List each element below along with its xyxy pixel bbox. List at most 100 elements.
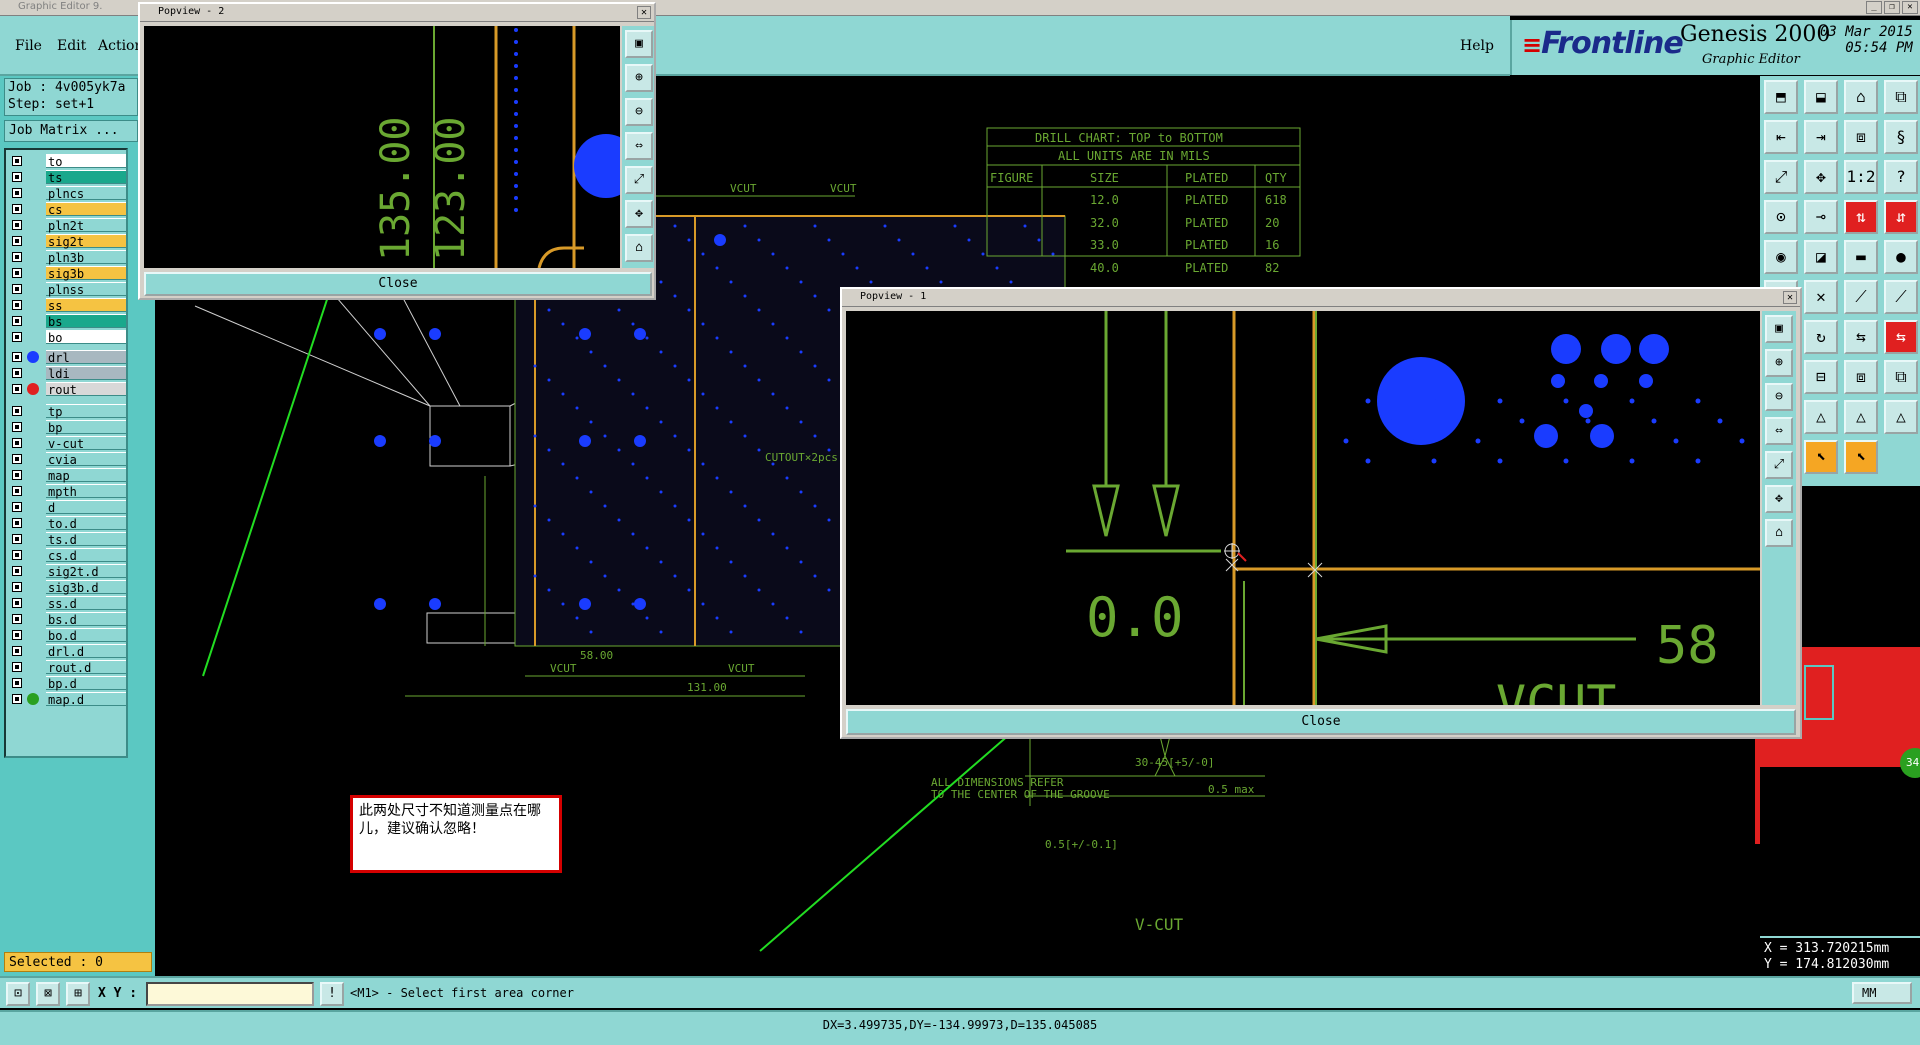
layer-checkbox[interactable] bbox=[12, 352, 22, 362]
layer-name[interactable]: ts bbox=[46, 170, 126, 185]
toolbar-tool-icon[interactable]: ◉ bbox=[1764, 240, 1798, 274]
layer-row-to.d[interactable]: to.d bbox=[10, 516, 126, 531]
toolbar-tool-icon[interactable]: § bbox=[1884, 120, 1918, 154]
layer-name[interactable]: tp bbox=[46, 404, 126, 419]
layer-name[interactable]: mpth bbox=[46, 484, 126, 499]
layer-name[interactable]: drl.d bbox=[46, 644, 126, 659]
layer-row-drl.d[interactable]: drl.d bbox=[10, 644, 126, 659]
measure-icon[interactable]: ⊠ bbox=[36, 982, 60, 1006]
popview-2-close-icon[interactable]: ✕ bbox=[637, 6, 651, 19]
layer-checkbox[interactable] bbox=[12, 316, 22, 326]
layer-name[interactable]: sig2t.d bbox=[46, 564, 126, 579]
popview-home-icon[interactable]: ⌂ bbox=[625, 234, 653, 262]
layer-row-cs[interactable]: cs bbox=[10, 202, 126, 217]
popview-2-window[interactable]: Popview - 2 ✕ 135.00 123.00 ▣ ⊕ ⊖ ⇔ ⤢ ✥ … bbox=[138, 2, 656, 300]
layer-row-sig3b.d[interactable]: sig3b.d bbox=[10, 580, 126, 595]
toolbar-tool-icon[interactable]: ⇆ bbox=[1884, 320, 1918, 354]
toolbar-tool-icon[interactable]: ⊟ bbox=[1804, 360, 1838, 394]
layer-checkbox[interactable] bbox=[12, 518, 22, 528]
layer-checkbox[interactable] bbox=[12, 486, 22, 496]
minimize-button[interactable]: _ bbox=[1866, 1, 1882, 14]
layer-row-bo[interactable]: bo bbox=[10, 330, 126, 345]
layer-name[interactable]: to bbox=[46, 154, 126, 169]
layer-name[interactable]: plnss bbox=[46, 282, 126, 297]
popview-pan-icon[interactable]: ⇔ bbox=[1765, 417, 1793, 445]
toolbar-tool-icon[interactable]: ⧈ bbox=[1844, 120, 1878, 154]
layer-name[interactable]: drl bbox=[46, 350, 126, 365]
layer-name[interactable]: cvia bbox=[46, 452, 126, 467]
layer-checkbox[interactable] bbox=[12, 550, 22, 560]
layer-name[interactable]: d bbox=[46, 500, 126, 515]
layer-checkbox[interactable] bbox=[12, 662, 22, 672]
layer-name[interactable]: ss.d bbox=[46, 596, 126, 611]
layer-row-plnss[interactable]: plnss bbox=[10, 282, 126, 297]
layer-checkbox[interactable] bbox=[12, 598, 22, 608]
layer-name[interactable]: pln3b bbox=[46, 250, 126, 265]
close-window-button[interactable]: ✕ bbox=[1902, 1, 1918, 14]
layer-checkbox[interactable] bbox=[12, 172, 22, 182]
popview-1-close-button[interactable]: Close bbox=[846, 709, 1796, 735]
layer-name[interactable]: sig3b bbox=[46, 266, 126, 281]
layer-checkbox[interactable] bbox=[12, 534, 22, 544]
layer-name[interactable]: v-cut bbox=[46, 436, 126, 451]
toolbar-tool-icon[interactable]: ⇵ bbox=[1884, 200, 1918, 234]
job-matrix-button[interactable]: Job Matrix ... bbox=[4, 120, 138, 142]
toolbar-tool-icon[interactable]: ⟋ bbox=[1844, 280, 1878, 314]
layer-name[interactable]: map.d bbox=[46, 692, 126, 707]
toolbar-tool-icon[interactable]: ⇥ bbox=[1804, 120, 1838, 154]
layer-checkbox[interactable] bbox=[12, 368, 22, 378]
layer-row-rout.d[interactable]: rout.d bbox=[10, 660, 126, 675]
layer-checkbox[interactable] bbox=[12, 422, 22, 432]
layer-row-ts.d[interactable]: ts.d bbox=[10, 532, 126, 547]
popview-zoom-in-icon[interactable]: ⊕ bbox=[625, 64, 653, 92]
layer-name[interactable]: bo bbox=[46, 330, 126, 345]
toolbar-tool-icon[interactable]: ⬉ bbox=[1844, 440, 1878, 474]
layer-checkbox[interactable] bbox=[12, 300, 22, 310]
menu-help[interactable]: Help bbox=[1460, 38, 1494, 54]
layer-name[interactable]: rout bbox=[46, 382, 126, 397]
toolbar-tool-icon[interactable]: ◪ bbox=[1804, 240, 1838, 274]
toolbar-tool-icon[interactable]: ⌂ bbox=[1844, 80, 1878, 114]
layer-checkbox[interactable] bbox=[12, 384, 22, 394]
toolbar-tool-icon[interactable]: △ bbox=[1884, 400, 1918, 434]
layer-row-sig2t[interactable]: sig2t bbox=[10, 234, 126, 249]
toolbar-tool-icon[interactable]: ⇤ bbox=[1764, 120, 1798, 154]
toolbar-tool-icon[interactable]: ⟋ bbox=[1884, 280, 1918, 314]
layer-name[interactable]: sig3b.d bbox=[46, 580, 126, 595]
layer-row-tp[interactable]: tp bbox=[10, 404, 126, 419]
layer-name[interactable]: cs.d bbox=[46, 548, 126, 563]
toolbar-tool-icon[interactable]: ▬ bbox=[1844, 240, 1878, 274]
layer-checkbox[interactable] bbox=[12, 236, 22, 246]
layer-row-sig3b[interactable]: sig3b bbox=[10, 266, 126, 281]
layer-row-map.d[interactable]: map.d bbox=[10, 692, 126, 707]
layer-row-ts[interactable]: ts bbox=[10, 170, 126, 185]
popview-zoom-out-icon[interactable]: ⊖ bbox=[1765, 383, 1793, 411]
toolbar-tool-icon[interactable]: ⬓ bbox=[1804, 80, 1838, 114]
layer-name[interactable]: bs.d bbox=[46, 612, 126, 627]
layer-row-bp.d[interactable]: bp.d bbox=[10, 676, 126, 691]
popview-center-icon[interactable]: ✥ bbox=[1765, 485, 1793, 513]
layer-row-bs[interactable]: bs bbox=[10, 314, 126, 329]
layer-name[interactable]: ldi bbox=[46, 366, 126, 381]
layer-name[interactable]: plncs bbox=[46, 186, 126, 201]
popview-2-titlebar[interactable]: Popview - 2 ✕ bbox=[140, 4, 654, 22]
layer-name[interactable]: sig2t bbox=[46, 234, 126, 249]
toolbar-tool-icon[interactable]: ↻ bbox=[1804, 320, 1838, 354]
layer-checkbox[interactable] bbox=[12, 470, 22, 480]
toolbar-tool-icon[interactable]: ⊙ bbox=[1764, 200, 1798, 234]
layer-row-map[interactable]: map bbox=[10, 468, 126, 483]
layer-row-pln3b[interactable]: pln3b bbox=[10, 250, 126, 265]
layer-checkbox[interactable] bbox=[12, 268, 22, 278]
layer-row-v-cut[interactable]: v-cut bbox=[10, 436, 126, 451]
layer-checkbox[interactable] bbox=[12, 630, 22, 640]
layer-checkbox[interactable] bbox=[12, 204, 22, 214]
popview-fit-icon[interactable]: ⤢ bbox=[625, 166, 653, 194]
popview-pan-icon[interactable]: ⇔ bbox=[625, 132, 653, 160]
popview-2-canvas[interactable]: 135.00 123.00 bbox=[144, 26, 620, 268]
toolbar-tool-icon[interactable]: 1:2 bbox=[1844, 160, 1878, 194]
toolbar-tool-icon[interactable]: ⇆ bbox=[1844, 320, 1878, 354]
grid-icon[interactable]: ⊞ bbox=[66, 982, 90, 1006]
toolbar-tool-icon[interactable]: ⇅ bbox=[1844, 200, 1878, 234]
layer-checkbox[interactable] bbox=[12, 582, 22, 592]
menu-file[interactable]: File bbox=[15, 38, 42, 54]
